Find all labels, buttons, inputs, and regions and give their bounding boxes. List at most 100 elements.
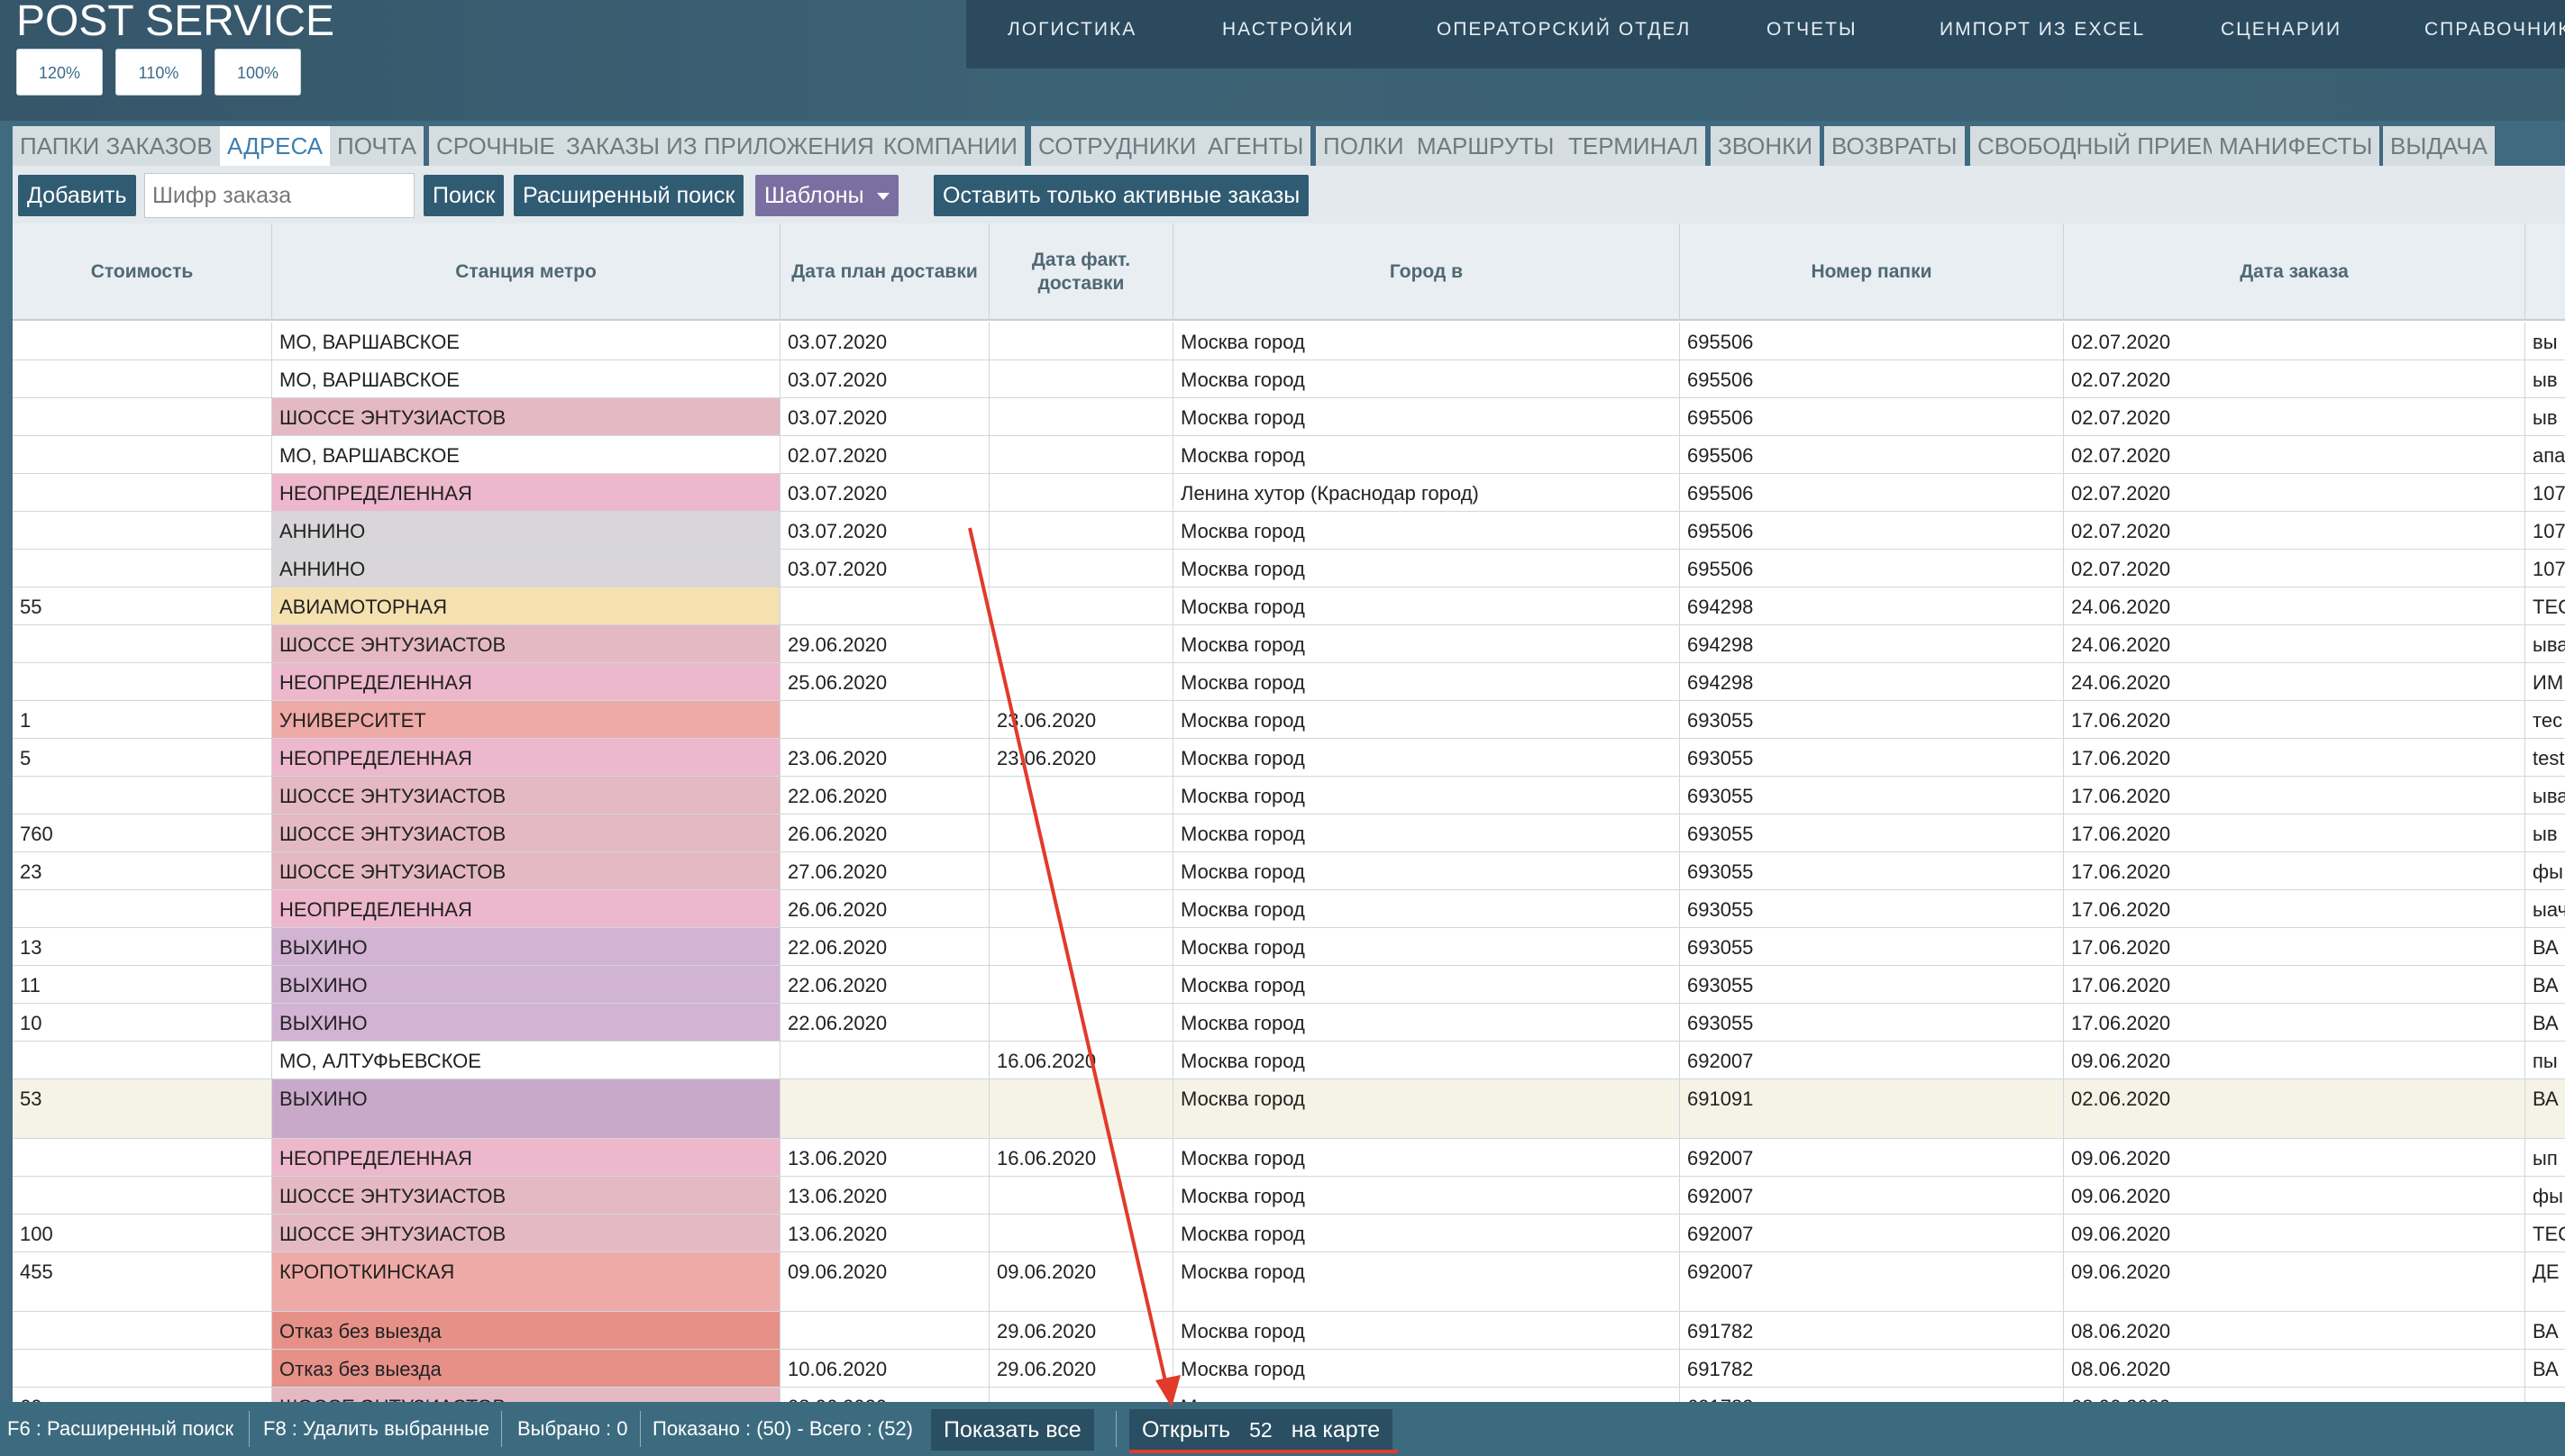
search-button[interactable]: Поиск	[424, 175, 505, 216]
cell-extra: ыва	[2525, 625, 2565, 662]
column-header-metro[interactable]: Станция метро	[272, 223, 780, 321]
nav-logistics[interactable]: ЛОГИСТИКА	[1008, 0, 1136, 59]
cell-folder: 693055	[1680, 739, 2064, 776]
table-row[interactable]: 23 ШОССЕ ЭНТУЗИАСТОВ 27.06.2020 Москва горо…	[13, 852, 2565, 890]
column-header-plan-date[interactable]: Дата план доставки	[780, 223, 990, 321]
active-orders-only-button[interactable]: Оставить только активные заказы	[934, 175, 1310, 216]
cell-plan-date: 09.06.2020	[780, 1252, 990, 1311]
cell-metro: ВЫХИНО	[272, 928, 780, 965]
nav-operator-department[interactable]: ОПЕРАТОРСКИЙ ОТДЕЛ	[1437, 0, 1691, 59]
order-code-input[interactable]	[144, 173, 415, 218]
table-row[interactable]: 5 НЕОПРЕДЕЛЕННАЯ 23.06.2020 23.06.2020 Москв…	[13, 739, 2565, 777]
templates-dropdown[interactable]: Шаблоны	[755, 175, 899, 216]
zoom-110-button[interactable]: 110%	[115, 49, 202, 96]
table-row[interactable]: МО, АЛТУФЬЕВСКОЕ 16.06.2020 Москва город 69…	[13, 1042, 2565, 1079]
tab-terminal[interactable]: ТЕРМИНАЛ	[1561, 126, 1710, 166]
advanced-search-button[interactable]: Расширенный поиск	[514, 175, 744, 216]
add-button[interactable]: Добавить	[18, 175, 136, 216]
table-row[interactable]: 100 ШОССЕ ЭНТУЗИАСТОВ 13.06.2020 Москва гор…	[13, 1215, 2565, 1252]
tab-manifests[interactable]: МАНИФЕСТЫ	[2212, 126, 2384, 166]
tab-agents[interactable]: АГЕНТЫ	[1200, 126, 1315, 166]
cell-fact-date	[990, 852, 1173, 889]
table-row[interactable]: НЕОПРЕДЕЛЕННАЯ 25.06.2020 Москва город 6942…	[13, 663, 2565, 701]
table-row[interactable]: НЕОПРЕДЕЛЕННАЯ 13.06.2020 16.06.2020 Москва…	[13, 1139, 2565, 1177]
cell-order-date: 02.07.2020	[2064, 474, 2525, 511]
table-row[interactable]: 760 ШОССЕ ЭНТУЗИАСТОВ 26.06.2020 Москва гор…	[13, 814, 2565, 852]
table-row[interactable]: 11 ВЫХИНО 22.06.2020 Москва город 693055 17.0…	[13, 966, 2565, 1004]
cell-plan-date: 03.07.2020	[780, 550, 990, 587]
tab-mail[interactable]: ПОЧТА	[330, 126, 428, 166]
cell-extra: test	[2525, 739, 2565, 776]
cell-cost: 760	[13, 814, 272, 851]
cell-order-date: 17.06.2020	[2064, 739, 2525, 776]
tab-order-folders[interactable]: ПАПКИ ЗАКАЗОВ	[13, 126, 224, 166]
tab-urgent[interactable]: СРОЧНЫЕ	[429, 126, 566, 166]
zoom-120-button[interactable]: 120%	[16, 49, 103, 96]
cell-metro: Отказ без выезда	[272, 1350, 780, 1387]
show-all-button[interactable]: Показать все	[931, 1409, 1094, 1451]
table-row[interactable]: АННИНО 03.07.2020 Москва город 695506 02.07.…	[13, 550, 2565, 587]
tab-addresses[interactable]: АДРЕСА	[220, 126, 334, 166]
tab-employees[interactable]: СОТРУДНИКИ	[1031, 126, 1208, 166]
tab-shelves[interactable]: ПОЛКИ	[1316, 126, 1415, 166]
column-header-fact-date[interactable]: Дата факт. доставки	[990, 223, 1173, 321]
nav-settings[interactable]: НАСТРОЙКИ	[1222, 0, 1354, 59]
tab-issue[interactable]: ВЫДАЧА	[2383, 126, 2498, 166]
table-row[interactable]: АННИНО 03.07.2020 Москва город 695506 02.07.…	[13, 512, 2565, 550]
table-row[interactable]: 10 ВЫХИНО 22.06.2020 Москва город 693055 17.0…	[13, 1004, 2565, 1042]
tab-routes[interactable]: МАРШРУТЫ	[1410, 126, 1565, 166]
tab-companies[interactable]: КОМПАНИИ	[876, 126, 1028, 166]
annotation-underline	[1129, 1450, 1398, 1453]
column-header-folder[interactable]: Номер папки	[1680, 223, 2064, 321]
cell-cost	[13, 474, 272, 511]
table-row[interactable]: МО, ВАРШАВСКОЕ 02.07.2020 Москва город 6955…	[13, 436, 2565, 474]
cell-cost	[13, 625, 272, 662]
cell-order-date: 08.06.2020	[2064, 1312, 2525, 1349]
tab-returns[interactable]: ВОЗВРАТЫ	[1824, 126, 1968, 166]
cell-metro: ШОССЕ ЭНТУЗИАСТОВ	[272, 1388, 780, 1402]
nav-reports[interactable]: ОТЧЕТЫ	[1766, 0, 1858, 59]
open-on-map-button[interactable]: Открыть 52 на карте	[1129, 1409, 1393, 1451]
table-row[interactable]: 55 АВИАМОТОРНАЯ Москва город 694298 24.06.20…	[13, 587, 2565, 625]
cell-extra: ыв	[2525, 360, 2565, 397]
table-row[interactable]: ШОССЕ ЭНТУЗИАСТОВ 03.07.2020 Москва город 6…	[13, 398, 2565, 436]
nav-import-excel[interactable]: ИМПОРТ ИЗ EXCEL	[1940, 0, 2145, 59]
column-header-order-date[interactable]: Дата заказа	[2064, 223, 2525, 321]
chevron-down-icon	[876, 193, 890, 201]
cell-extra: апа	[2525, 436, 2565, 473]
table-row[interactable]: ШОССЕ ЭНТУЗИАСТОВ 29.06.2020 Москва город 6…	[13, 625, 2565, 663]
nav-directory[interactable]: СПРАВОЧНИК	[2424, 0, 2565, 59]
table-row[interactable]: НЕОПРЕДЕЛЕННАЯ 26.06.2020 Москва город 6930…	[13, 890, 2565, 928]
table-row[interactable]: 53 ВЫХИНО Москва город 691091 02.06.2020 ВА	[13, 1079, 2565, 1139]
table-row[interactable]: 455 КРОПОТКИНСКАЯ 09.06.2020 09.06.2020 Моск…	[13, 1252, 2565, 1312]
cell-city: Москва город	[1173, 550, 1680, 587]
cell-extra: 107	[2525, 512, 2565, 549]
cell-folder: 691782	[1680, 1350, 2064, 1387]
tab-free-reception[interactable]: СВОБОДНЫЙ ПРИЕМ	[1970, 126, 2232, 166]
tab-calls[interactable]: ЗВОНКИ	[1711, 126, 1824, 166]
on-map-label: на карте	[1291, 1417, 1381, 1442]
zoom-100-button[interactable]: 100%	[215, 49, 301, 96]
table-row[interactable]: НЕОПРЕДЕЛЕННАЯ 03.07.2020 Ленина хутор (Кр…	[13, 474, 2565, 512]
column-header-cost[interactable]: Стоимость	[13, 223, 272, 321]
cell-metro: Отказ без выезда	[272, 1312, 780, 1349]
table-row[interactable]: МО, ВАРШАВСКОЕ 03.07.2020 Москва город 6955…	[13, 360, 2565, 398]
cell-folder: 695506	[1680, 398, 2064, 435]
table-row[interactable]: МО, ВАРШАВСКОЕ 03.07.2020 Москва город 6955…	[13, 323, 2565, 360]
column-header-extra[interactable]	[2525, 223, 2565, 321]
table-row[interactable]: Отказ без выезда 29.06.2020 Москва город 69…	[13, 1312, 2565, 1350]
column-header-city[interactable]: Город в	[1173, 223, 1680, 321]
tab-app-orders[interactable]: ЗАКАЗЫ ИЗ ПРИЛОЖЕНИЯ	[559, 126, 885, 166]
table-row[interactable]: 13 ВЫХИНО 22.06.2020 Москва город 693055 17.0…	[13, 928, 2565, 966]
table-row[interactable]: ШОССЕ ЭНТУЗИАСТОВ 22.06.2020 Москва город 6…	[13, 777, 2565, 814]
table-row[interactable]: 1 УНИВЕРСИТЕТ 23.06.2020 Москва город 693055…	[13, 701, 2565, 739]
cell-fact-date	[990, 1004, 1173, 1041]
table-row[interactable]: ШОССЕ ЭНТУЗИАСТОВ 13.06.2020 Москва город 6…	[13, 1177, 2565, 1215]
table-row[interactable]: Отказ без выезда 10.06.2020 29.06.2020 Моск…	[13, 1350, 2565, 1388]
cell-fact-date	[990, 398, 1173, 435]
table-row[interactable]: 60ШОССЕ ЭНТУЗИАСТОВ08.06.2020Москва горо…	[13, 1388, 2565, 1402]
tab-bar: ПАПКИ ЗАКАЗОВ АДРЕСА ПОЧТА СРОЧНЫЕ ЗАКАЗ…	[13, 126, 2565, 166]
cell-plan-date: 03.07.2020	[780, 398, 990, 435]
nav-scenarios[interactable]: СЦЕНАРИИ	[2221, 0, 2341, 59]
cell-folder: 695506	[1680, 512, 2064, 549]
